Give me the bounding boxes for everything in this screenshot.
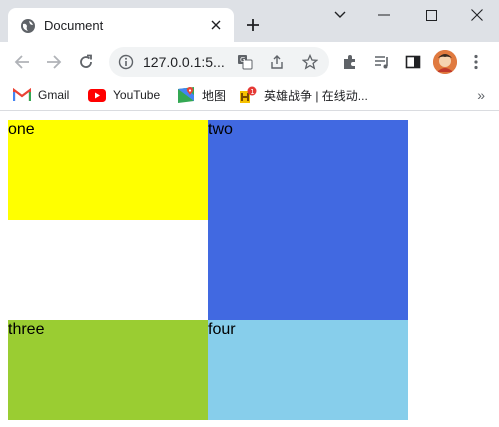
reading-list-icon[interactable] [371, 51, 393, 73]
close-window-button[interactable] [462, 4, 492, 26]
url-text: 127.0.0.1:5... [143, 54, 225, 70]
bookmark-star-icon[interactable] [301, 53, 319, 71]
bookmark-label: Gmail [38, 88, 70, 102]
side-panel-icon[interactable] [402, 51, 424, 73]
svg-text:G: G [240, 56, 245, 64]
youtube-icon [88, 87, 106, 103]
reload-button[interactable] [74, 50, 98, 74]
bookmarks-overflow-icon[interactable]: » [477, 87, 485, 103]
new-tab-button[interactable] [242, 14, 264, 36]
box-four: four [208, 320, 408, 420]
close-tab-icon[interactable] [206, 15, 226, 35]
site-info-icon[interactable] [117, 53, 135, 71]
box-one: one [8, 120, 208, 220]
tab-search-chevron-icon[interactable] [325, 4, 355, 26]
browser-toolbar: 127.0.0.1:5... G [0, 42, 499, 80]
tab-strip: Document [0, 0, 499, 42]
address-bar[interactable]: 127.0.0.1:5... G [109, 47, 329, 77]
maps-icon [177, 87, 195, 103]
box-three: three [8, 320, 208, 420]
gmail-icon [13, 87, 31, 103]
box-label: one [8, 121, 35, 138]
box-label: three [8, 321, 45, 338]
globe-icon [20, 18, 36, 34]
page-content: one two three four [0, 112, 499, 427]
svg-text:1: 1 [250, 88, 254, 96]
bookmark-label: YouTube [113, 88, 161, 102]
bookmark-maps[interactable]: 地图 [177, 85, 226, 105]
bookmark-game[interactable]: 1 英雄战争 | 在线动... [239, 85, 368, 105]
translate-icon[interactable]: G [236, 53, 254, 71]
bookmarks-bar: Gmail YouTube 地图 1 英雄战争 | 在线动... » [0, 80, 499, 111]
box-label: two [208, 121, 233, 138]
minimize-button[interactable] [369, 4, 399, 26]
box-two: two [208, 120, 408, 320]
forward-button[interactable] [42, 50, 66, 74]
more-menu-icon[interactable] [465, 51, 487, 73]
maximize-button[interactable] [416, 4, 446, 26]
tab-title: Document [44, 18, 104, 33]
bookmark-label: 地图 [202, 88, 227, 103]
game-icon: 1 [239, 86, 257, 103]
share-icon[interactable] [268, 53, 286, 71]
bookmark-youtube[interactable]: YouTube [88, 85, 160, 105]
extensions-icon[interactable] [339, 51, 361, 73]
bookmark-label: 英雄战争 | 在线动... [264, 88, 368, 103]
box-label: four [208, 321, 236, 338]
profile-avatar[interactable] [433, 50, 457, 74]
bookmark-gmail[interactable]: Gmail [13, 85, 69, 105]
back-button[interactable] [10, 50, 34, 74]
tab-document[interactable]: Document [8, 8, 234, 42]
